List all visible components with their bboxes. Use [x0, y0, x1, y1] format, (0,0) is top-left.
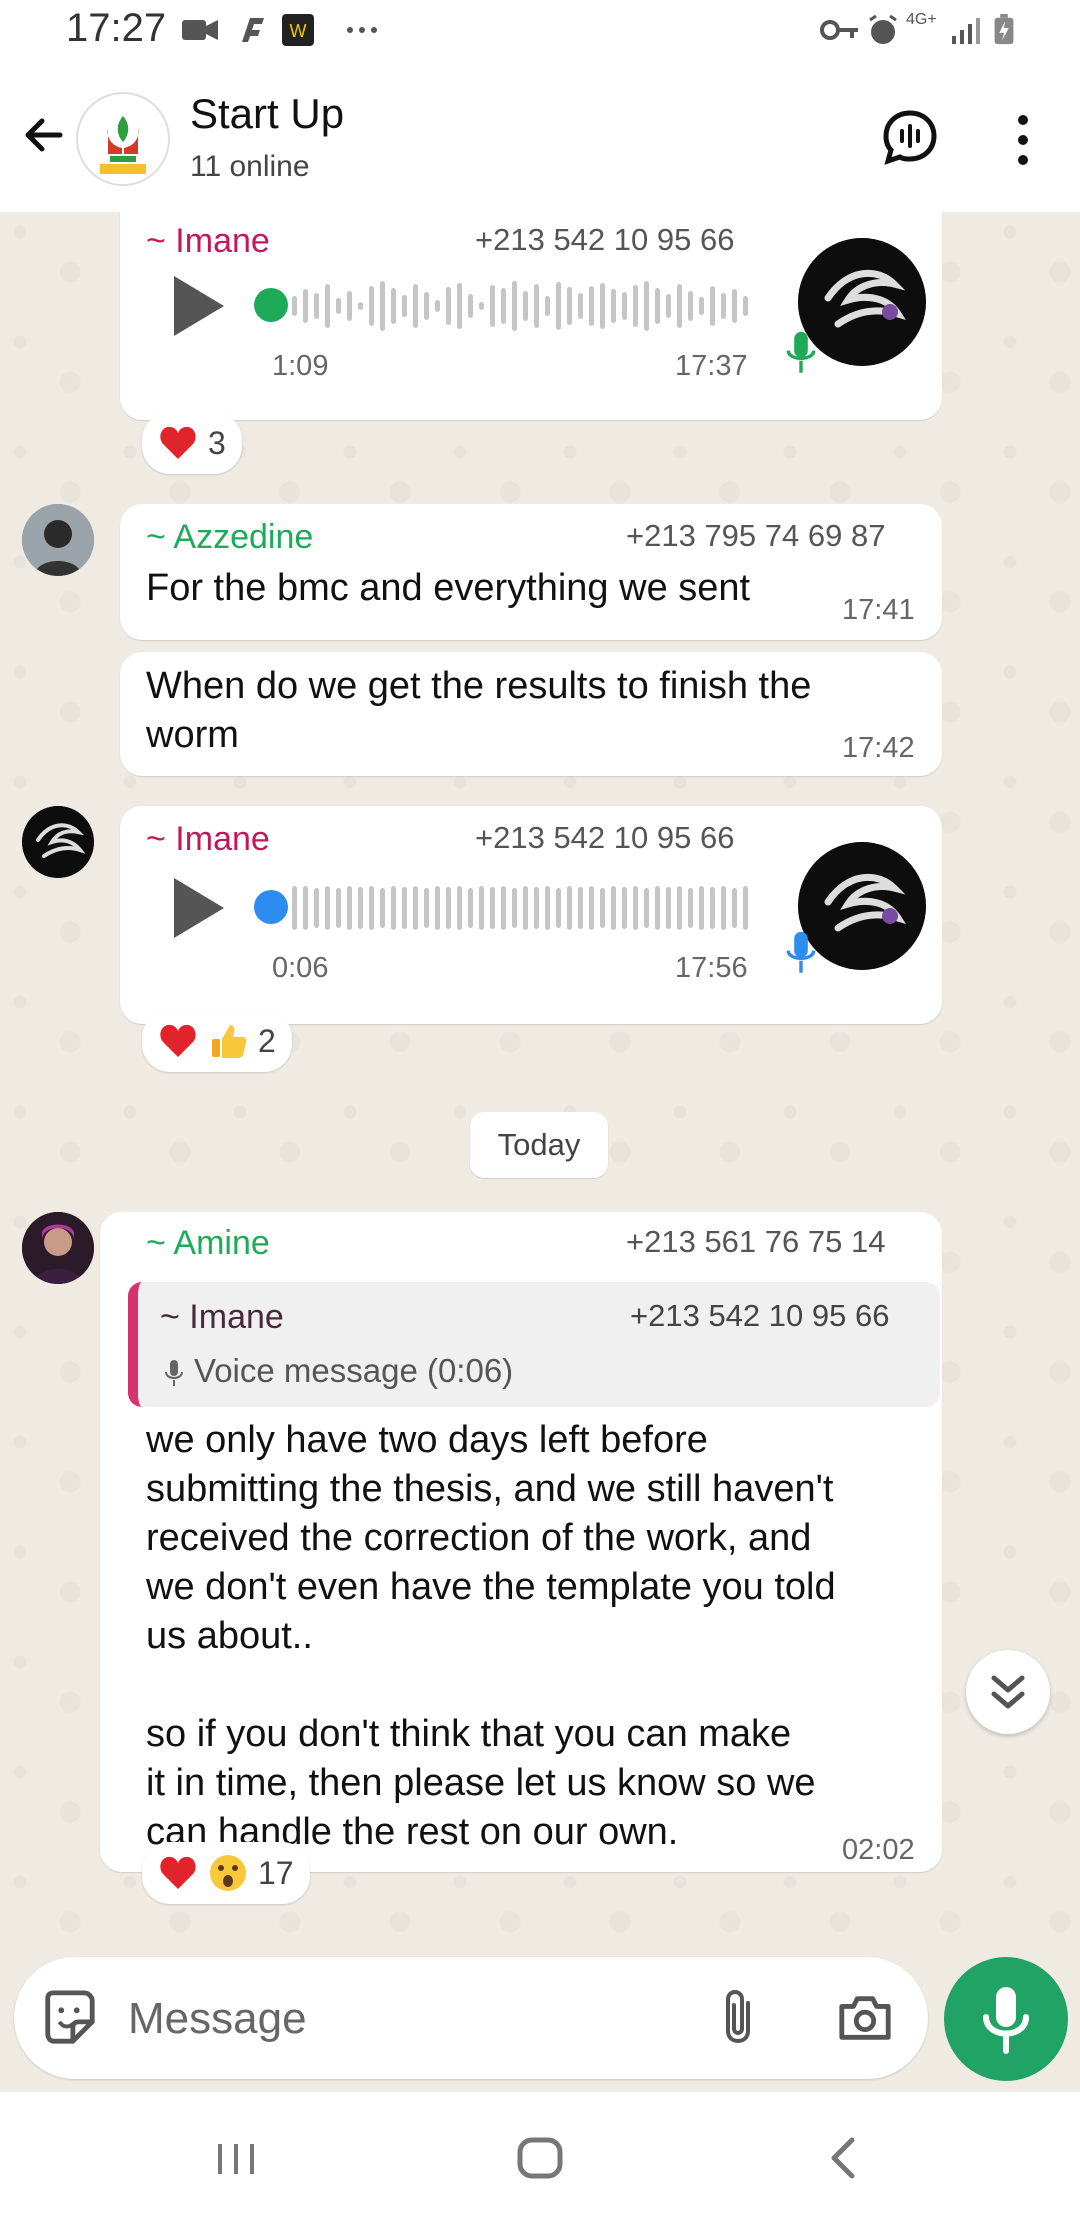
voice-chat-icon[interactable] [880, 107, 940, 167]
sender-name: ~ Imane [146, 222, 270, 260]
thumbs-up-emoji-icon [212, 1025, 247, 1058]
recent-apps-icon[interactable] [206, 2128, 266, 2188]
network-type: 4G+ [906, 11, 937, 28]
heart-emoji-icon [160, 426, 196, 459]
message-text: we only have two days left before submit… [146, 1419, 836, 1853]
play-icon[interactable] [174, 276, 224, 336]
camera-icon[interactable] [836, 1989, 894, 2047]
w-app-icon: W [282, 14, 314, 46]
battery-icon [994, 14, 1014, 45]
mic-indicator-icon [786, 331, 816, 373]
audio-waveform[interactable] [292, 878, 862, 938]
day-divider: Today [470, 1112, 608, 1178]
key-icon [820, 20, 858, 40]
status-bar: 17:27 W 4G+ [0, 0, 1080, 62]
home-icon[interactable] [510, 2128, 570, 2188]
video-icon [182, 20, 218, 40]
quoted-sender: ~ Imane [160, 1298, 284, 1336]
play-icon[interactable] [174, 878, 224, 938]
surprised-emoji-icon [210, 1855, 246, 1891]
playback-position-dot[interactable] [254, 890, 288, 924]
voice-duration: 1:09 [272, 350, 329, 382]
audio-waveform[interactable] [292, 276, 862, 336]
online-count: 11 online [190, 150, 310, 183]
quoted-text: Voice message (0:06) [194, 1352, 514, 1389]
overflow-menu-icon[interactable] [1005, 112, 1041, 168]
voice-duration: 0:06 [272, 952, 329, 984]
quoted-phone: +213 542 10 95 66 [630, 1298, 890, 1333]
text-message-bubble[interactable]: ~ Azzedine +213 795 74 69 87 For the bmc… [120, 504, 942, 640]
status-time: 17:27 [66, 6, 167, 50]
chat-messages[interactable]: ~ Imane +213 542 10 95 66 1:09 17:37 3 ~… [0, 212, 1080, 1957]
sender-phone: +213 542 10 95 66 [475, 820, 735, 855]
message-text: When do we get the results to finish the… [146, 665, 812, 756]
incubator-logo [79, 95, 167, 183]
reaction-count: 17 [258, 1854, 294, 1891]
system-navigation-bar [0, 2092, 1080, 2220]
voice-message-bubble[interactable]: ~ Imane +213 542 10 95 66 1:09 17:37 [120, 212, 942, 420]
alarm-icon [869, 14, 897, 44]
group-avatar[interactable] [76, 92, 170, 186]
message-time: 17:56 [675, 952, 748, 984]
back-nav-icon[interactable] [814, 2128, 874, 2188]
heart-emoji-icon [160, 1024, 196, 1057]
message-time: 02:02 [842, 1834, 915, 1866]
double-chevron-down-icon [991, 1675, 1025, 1709]
scroll-to-bottom-button[interactable] [966, 1650, 1050, 1734]
profile-photo [22, 1212, 94, 1284]
signal-icon [952, 18, 980, 44]
message-input[interactable] [126, 1985, 690, 2053]
sender-name: ~ Imane [146, 820, 270, 858]
sender-name: ~ Amine [146, 1224, 270, 1262]
sender-name: ~ Azzedine [146, 518, 314, 556]
back-arrow-icon[interactable] [20, 110, 70, 160]
text-message-bubble[interactable]: When do we get the results to finish the… [120, 652, 942, 776]
record-voice-button[interactable] [944, 1957, 1068, 2081]
reaction-pill[interactable]: 3 [142, 412, 242, 474]
playback-position-dot[interactable] [254, 288, 288, 322]
message-time: 17:37 [675, 350, 748, 382]
sender-avatar[interactable] [22, 1212, 94, 1284]
mic-icon [983, 1987, 1029, 2054]
profile-photo [22, 504, 94, 576]
sender-phone: +213 561 76 75 14 [626, 1224, 886, 1259]
voice-message-bubble[interactable]: ~ Imane +213 542 10 95 66 0:06 17:56 [120, 806, 942, 1024]
mic-indicator-icon [786, 931, 816, 973]
svg-text:W: W [290, 21, 307, 41]
more-dots-icon [347, 27, 377, 33]
sender-phone: +213 542 10 95 66 [475, 222, 735, 257]
message-time: 17:42 [842, 732, 915, 764]
message-composer [14, 1957, 928, 2079]
sender-avatar[interactable] [22, 806, 94, 878]
calligraphy-avatar-image [22, 806, 94, 878]
reaction-count: 3 [208, 424, 226, 461]
mic-icon [165, 1360, 183, 1386]
sender-avatar[interactable] [22, 504, 94, 576]
sender-phone: +213 795 74 69 87 [626, 518, 886, 553]
message-text: For the bmc and everything we sent [146, 567, 751, 609]
message-time: 17:41 [842, 594, 915, 626]
sticker-icon[interactable] [40, 1989, 98, 2047]
attach-icon[interactable] [720, 1985, 760, 2049]
reaction-pill[interactable]: 2 [142, 1010, 292, 1072]
group-title[interactable]: Start Up [190, 90, 344, 138]
quoted-message[interactable]: ~ Imane +213 542 10 95 66 Voice message … [128, 1282, 940, 1407]
app-notification-icon [242, 18, 264, 42]
reaction-pill[interactable]: 17 [142, 1842, 310, 1904]
reaction-count: 2 [258, 1022, 276, 1059]
chat-header: Start Up 11 online [0, 62, 1080, 213]
heart-emoji-icon [160, 1856, 196, 1889]
